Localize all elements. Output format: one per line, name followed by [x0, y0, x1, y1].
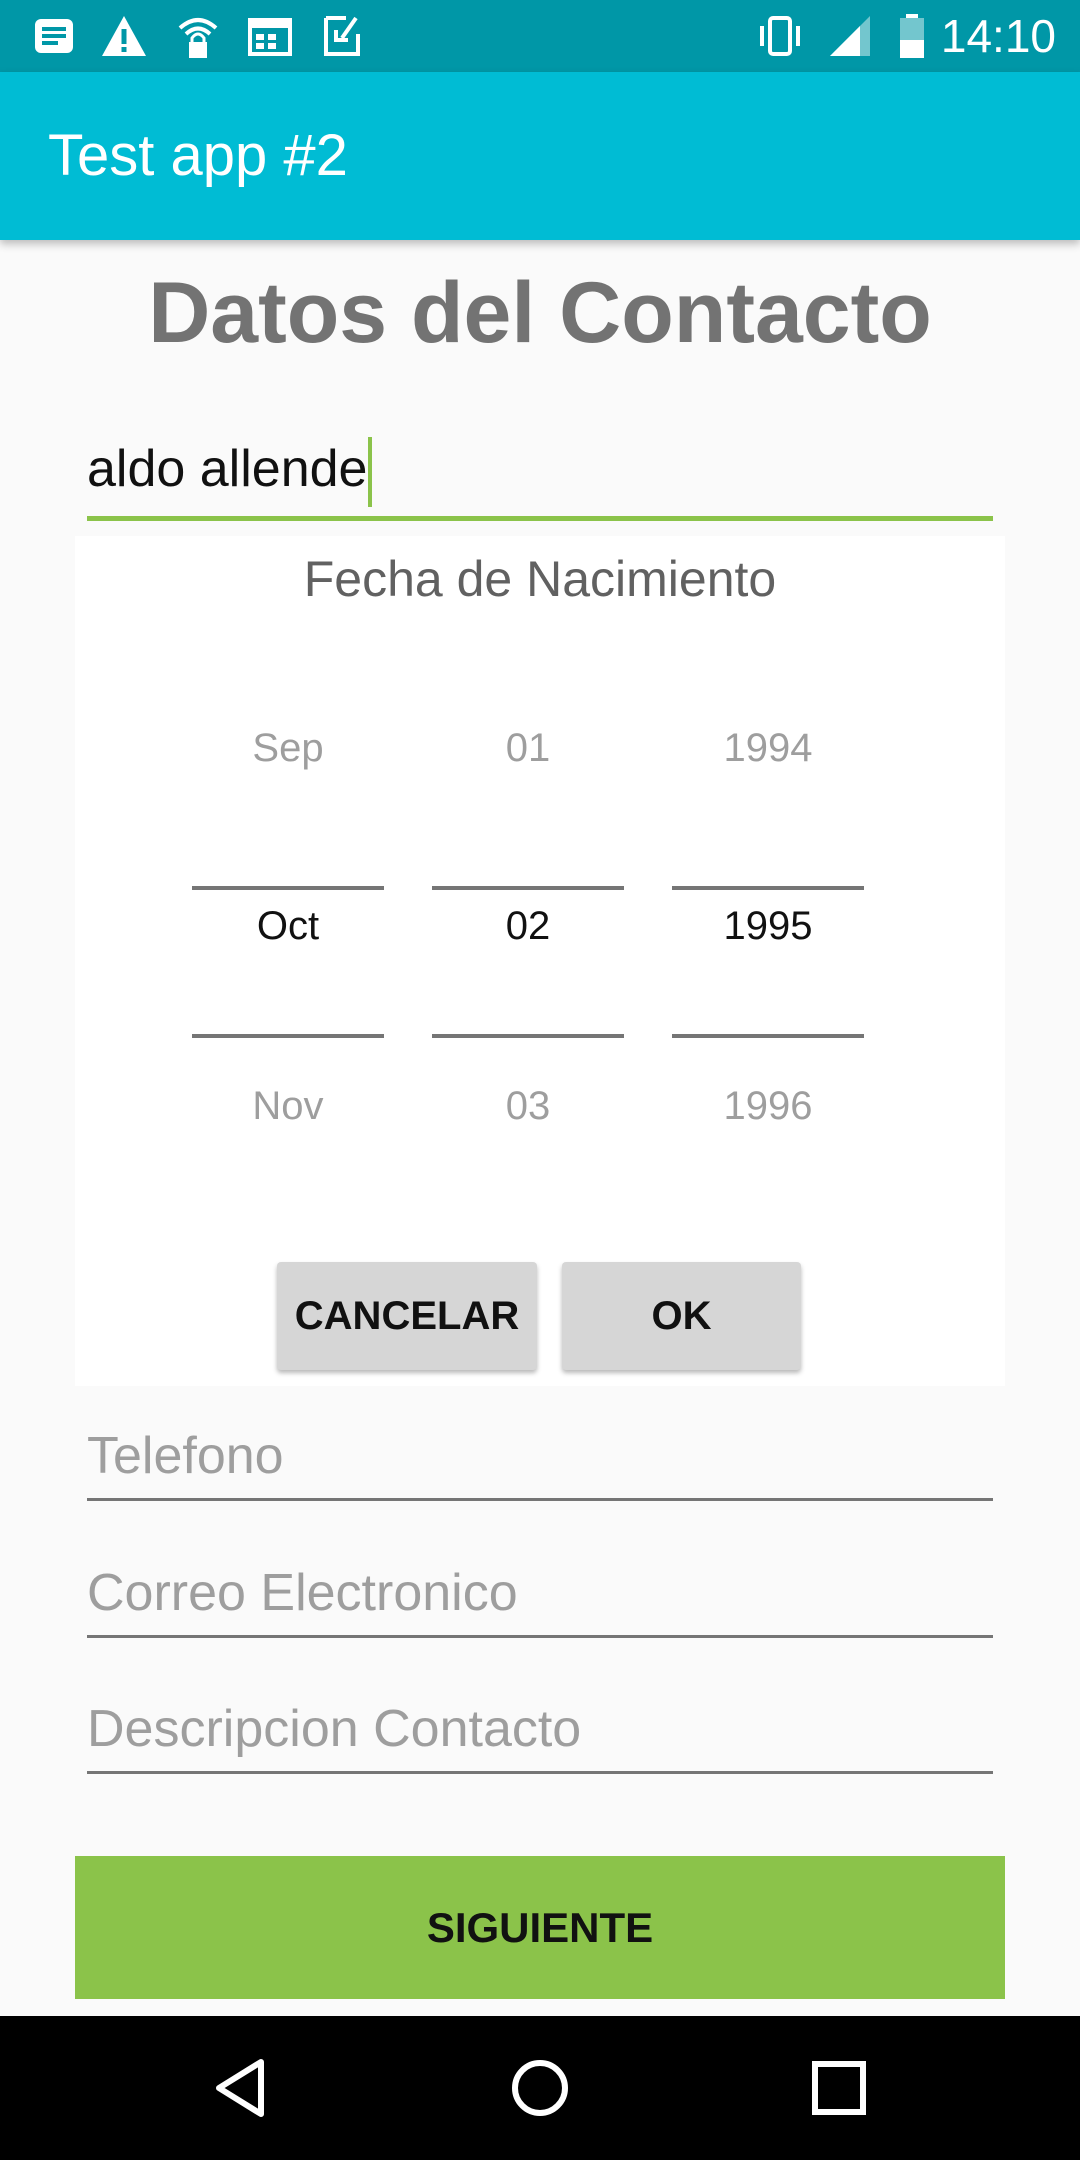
day-divider-top — [432, 886, 624, 890]
month-prev[interactable]: Sep — [192, 726, 384, 771]
month-current[interactable]: Oct — [192, 904, 384, 949]
year-divider-top — [672, 886, 864, 890]
day-prev[interactable]: 01 — [432, 726, 624, 771]
calendar-icon — [248, 18, 292, 56]
text-cursor — [368, 437, 373, 508]
name-field[interactable]: aldo allende — [87, 428, 993, 521]
download-icon — [324, 16, 360, 56]
date-picker: Fecha de Nacimiento Sep Oct Nov 01 02 03… — [75, 536, 1005, 1386]
phone-field[interactable] — [87, 1418, 993, 1501]
phone-input[interactable] — [87, 1418, 993, 1494]
vibrate-icon — [760, 16, 800, 56]
day-current[interactable]: 02 — [432, 904, 624, 949]
date-picker-label: Fecha de Nacimiento — [303, 551, 777, 607]
year-next[interactable]: 1996 — [672, 1084, 864, 1129]
navigation-bar — [0, 2016, 1080, 2160]
name-value: aldo allende — [87, 440, 368, 498]
ok-button[interactable]: OK — [562, 1262, 801, 1370]
year-divider-bottom — [672, 1034, 864, 1038]
day-divider-bottom — [432, 1034, 624, 1038]
month-spinner[interactable]: Sep Oct Nov — [192, 696, 384, 1128]
year-prev[interactable]: 1994 — [672, 726, 864, 771]
notification-icon — [35, 19, 73, 53]
cancel-button[interactable]: CANCELAR — [277, 1262, 537, 1370]
wifi-lock-icon — [178, 18, 218, 58]
battery-icon — [900, 14, 924, 58]
month-next[interactable]: Nov — [192, 1084, 384, 1129]
recents-icon[interactable] — [803, 2052, 875, 2124]
signal-icon — [830, 16, 870, 56]
year-spinner[interactable]: 1994 1995 1996 — [672, 696, 864, 1128]
next-button[interactable]: SIGUIENTE — [75, 1856, 1005, 1999]
day-spinner[interactable]: 01 02 03 — [432, 696, 624, 1128]
page-title: Datos del Contacto — [148, 265, 932, 361]
description-field[interactable] — [87, 1691, 993, 1774]
email-input[interactable] — [87, 1555, 993, 1631]
year-current[interactable]: 1995 — [672, 904, 864, 949]
month-divider-bottom — [192, 1034, 384, 1038]
month-divider-top — [192, 886, 384, 890]
email-field[interactable] — [87, 1555, 993, 1638]
day-next[interactable]: 03 — [432, 1084, 624, 1129]
home-icon[interactable] — [504, 2052, 576, 2124]
warning-icon — [102, 16, 146, 56]
description-input[interactable] — [87, 1691, 993, 1767]
back-icon[interactable] — [205, 2052, 277, 2124]
status-bar: 14:10 — [0, 0, 1080, 72]
app-title: Test app #2 — [48, 123, 348, 188]
clock: 14:10 — [940, 10, 1056, 62]
app-bar: Test app #2 — [0, 72, 1080, 240]
